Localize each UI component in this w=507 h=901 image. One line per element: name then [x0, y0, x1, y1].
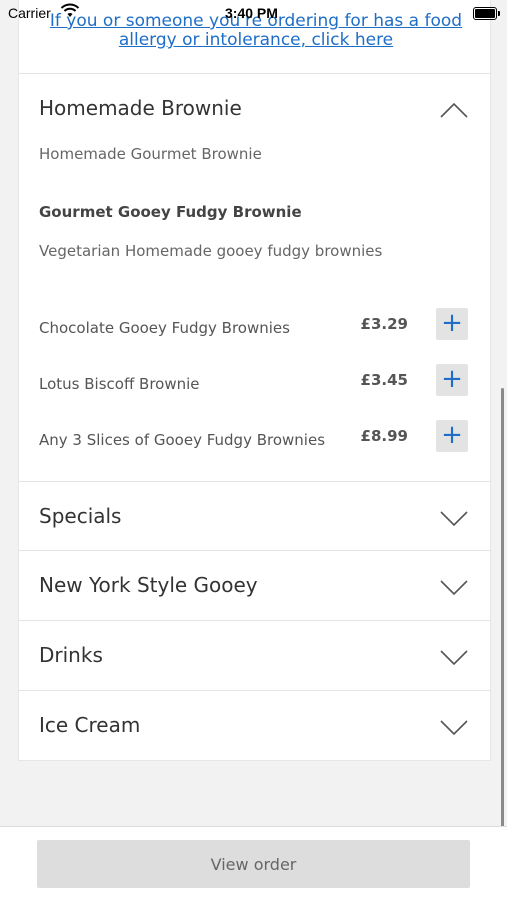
section-drinks[interactable]: Drinks — [19, 621, 490, 690]
section-homemade-brownie: Homemade Brownie Homemade Gourmet Browni… — [19, 74, 490, 481]
menu-item-price: £8.99 — [360, 427, 408, 445]
group-title: Gourmet Gooey Fudgy Brownie — [39, 203, 302, 221]
chevron-down-icon[interactable] — [440, 650, 468, 666]
menu-item-price: £3.29 — [360, 315, 408, 333]
chevron-down-icon[interactable] — [440, 511, 468, 527]
add-item-button[interactable]: + — [436, 420, 468, 452]
section-title[interactable]: Homemade Brownie — [39, 96, 242, 120]
menu-item-name: Lotus Biscoff Brownie — [39, 375, 200, 393]
menu-item-name: Any 3 Slices of Gooey Fudgy Brownies — [39, 431, 326, 449]
menu-item-name: Chocolate Gooey Fudgy Brownies — [39, 319, 290, 337]
section-title: Ice Cream — [39, 713, 141, 737]
menu-card: If you or someone you're ordering for ha… — [18, 0, 491, 761]
section-subtitle: Homemade Gourmet Brownie — [39, 145, 262, 163]
status-bar: Carrier 3:40 PM — [0, 0, 507, 28]
add-item-button[interactable]: + — [436, 364, 468, 396]
chevron-up-icon[interactable] — [440, 102, 468, 118]
carrier-label: Carrier — [8, 5, 51, 21]
status-time: 3:40 PM — [225, 5, 278, 21]
menu-item-price: £3.45 — [360, 371, 408, 389]
chevron-down-icon[interactable] — [440, 580, 468, 596]
section-specials[interactable]: Specials — [19, 482, 490, 550]
view-order-button[interactable]: View order — [37, 840, 470, 888]
wifi-icon — [60, 3, 80, 17]
add-item-button[interactable]: + — [436, 308, 468, 340]
footer-bar: View order — [0, 826, 507, 901]
section-new-york-style-gooey[interactable]: New York Style Gooey — [19, 551, 490, 620]
battery-icon — [473, 7, 500, 20]
chevron-down-icon[interactable] — [440, 720, 468, 736]
section-ice-cream[interactable]: Ice Cream — [19, 691, 490, 760]
scrollbar[interactable] — [501, 388, 504, 894]
section-title: Specials — [39, 504, 122, 528]
section-title: New York Style Gooey — [39, 573, 258, 597]
section-title: Drinks — [39, 643, 103, 667]
group-description: Vegetarian Homemade gooey fudgy brownies — [39, 242, 383, 260]
